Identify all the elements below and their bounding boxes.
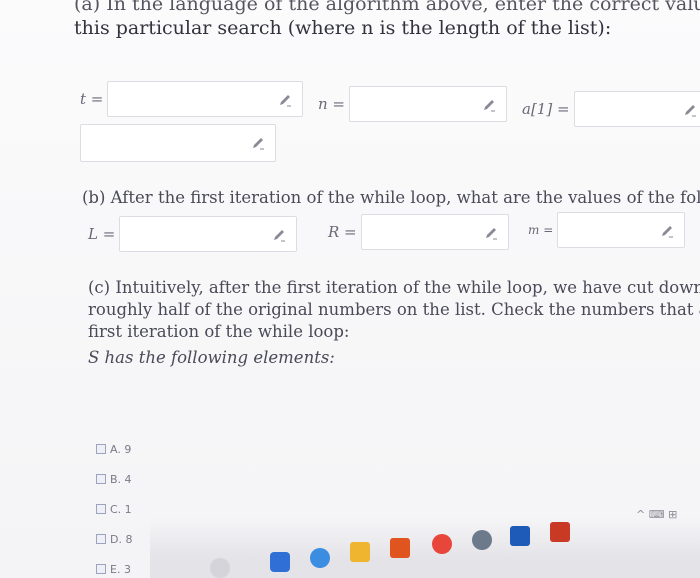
pencil-icon[interactable]: [278, 93, 292, 107]
t-input[interactable]: [107, 81, 304, 117]
field-m: m =: [528, 212, 686, 248]
checkbox[interactable]: [96, 564, 106, 574]
checkbox[interactable]: [96, 504, 106, 514]
part-c-line4: S has the following elements:: [88, 348, 335, 367]
option-label: B. 4: [110, 472, 132, 486]
field-t: t =: [80, 81, 304, 117]
office-icon[interactable]: [390, 538, 410, 558]
part-c-line3: first iteration of the while loop:: [88, 322, 350, 341]
field-R-label: R =: [328, 223, 357, 241]
chrome-profile-icon[interactable]: [432, 534, 452, 554]
edge-icon[interactable]: [270, 552, 290, 572]
question-header-line1: (a) In the language of the algorithm abo…: [74, 0, 700, 15]
part-c-line2: roughly half of the original numbers on …: [88, 298, 700, 322]
pencil-icon[interactable]: [482, 98, 496, 112]
option-e[interactable]: E. 3: [96, 554, 132, 578]
word-icon[interactable]: [510, 526, 530, 546]
extra-input[interactable]: [80, 124, 276, 162]
question-header: (a) In the language of the algorithm abo…: [74, 0, 700, 40]
account-icon[interactable]: [472, 530, 492, 550]
option-c[interactable]: C. 1: [96, 494, 132, 524]
pencil-icon[interactable]: [272, 228, 286, 242]
checkbox[interactable]: [96, 474, 106, 484]
option-label: D. 8: [110, 532, 133, 546]
option-label: C. 1: [110, 502, 132, 516]
L-input[interactable]: [119, 216, 298, 252]
part-c-line1-text: (c) Intuitively, after the first iterati…: [88, 278, 700, 297]
field-m-label: m =: [528, 223, 554, 237]
a1-input[interactable]: [573, 91, 700, 127]
file-explorer-icon[interactable]: [350, 542, 370, 562]
option-a[interactable]: A. 9: [96, 434, 132, 464]
option-label: A. 9: [110, 442, 132, 456]
checkbox[interactable]: [96, 444, 106, 454]
field-n: n =: [318, 86, 507, 122]
field-a1-label: a[1] =: [522, 100, 570, 118]
pencil-icon[interactable]: [251, 136, 265, 150]
chrome-icon[interactable]: [310, 548, 330, 568]
n-input[interactable]: [349, 86, 507, 122]
powerpoint-icon[interactable]: [550, 522, 570, 542]
pencil-icon[interactable]: [660, 224, 674, 238]
option-d[interactable]: D. 8: [96, 524, 132, 554]
option-label: E. 3: [110, 562, 131, 576]
pencil-icon[interactable]: [683, 103, 697, 117]
field-n-label: n =: [318, 95, 345, 113]
field-L-label: L =: [88, 225, 116, 243]
field-L: L =: [88, 216, 298, 252]
screen: (a) In the language of the algorithm abo…: [0, 0, 700, 578]
part-c-line1: (c) Intuitively, after the first iterati…: [88, 276, 700, 300]
field-R: R =: [328, 214, 509, 250]
part-b-prompt: (b) After the first iteration of the whi…: [82, 188, 700, 207]
R-input[interactable]: [360, 214, 509, 250]
part-c-line2-text: roughly half of the original numbers on …: [88, 300, 700, 319]
field-extra: [80, 124, 276, 162]
checkbox[interactable]: [96, 534, 106, 544]
taskbar: ^ ⌨ ⊞: [150, 508, 700, 578]
question-header-line2: this particular search (where n is the l…: [74, 17, 612, 39]
field-a1: a[1] =: [522, 91, 700, 127]
system-tray[interactable]: ^ ⌨ ⊞: [636, 508, 677, 521]
option-b[interactable]: B. 4: [96, 464, 132, 494]
m-input[interactable]: [557, 212, 686, 248]
field-t-label: t =: [80, 90, 104, 108]
options-list: A. 9 B. 4 C. 1 D. 8 E. 3: [96, 434, 132, 578]
pencil-icon[interactable]: [484, 226, 498, 240]
search-icon[interactable]: [210, 558, 230, 578]
